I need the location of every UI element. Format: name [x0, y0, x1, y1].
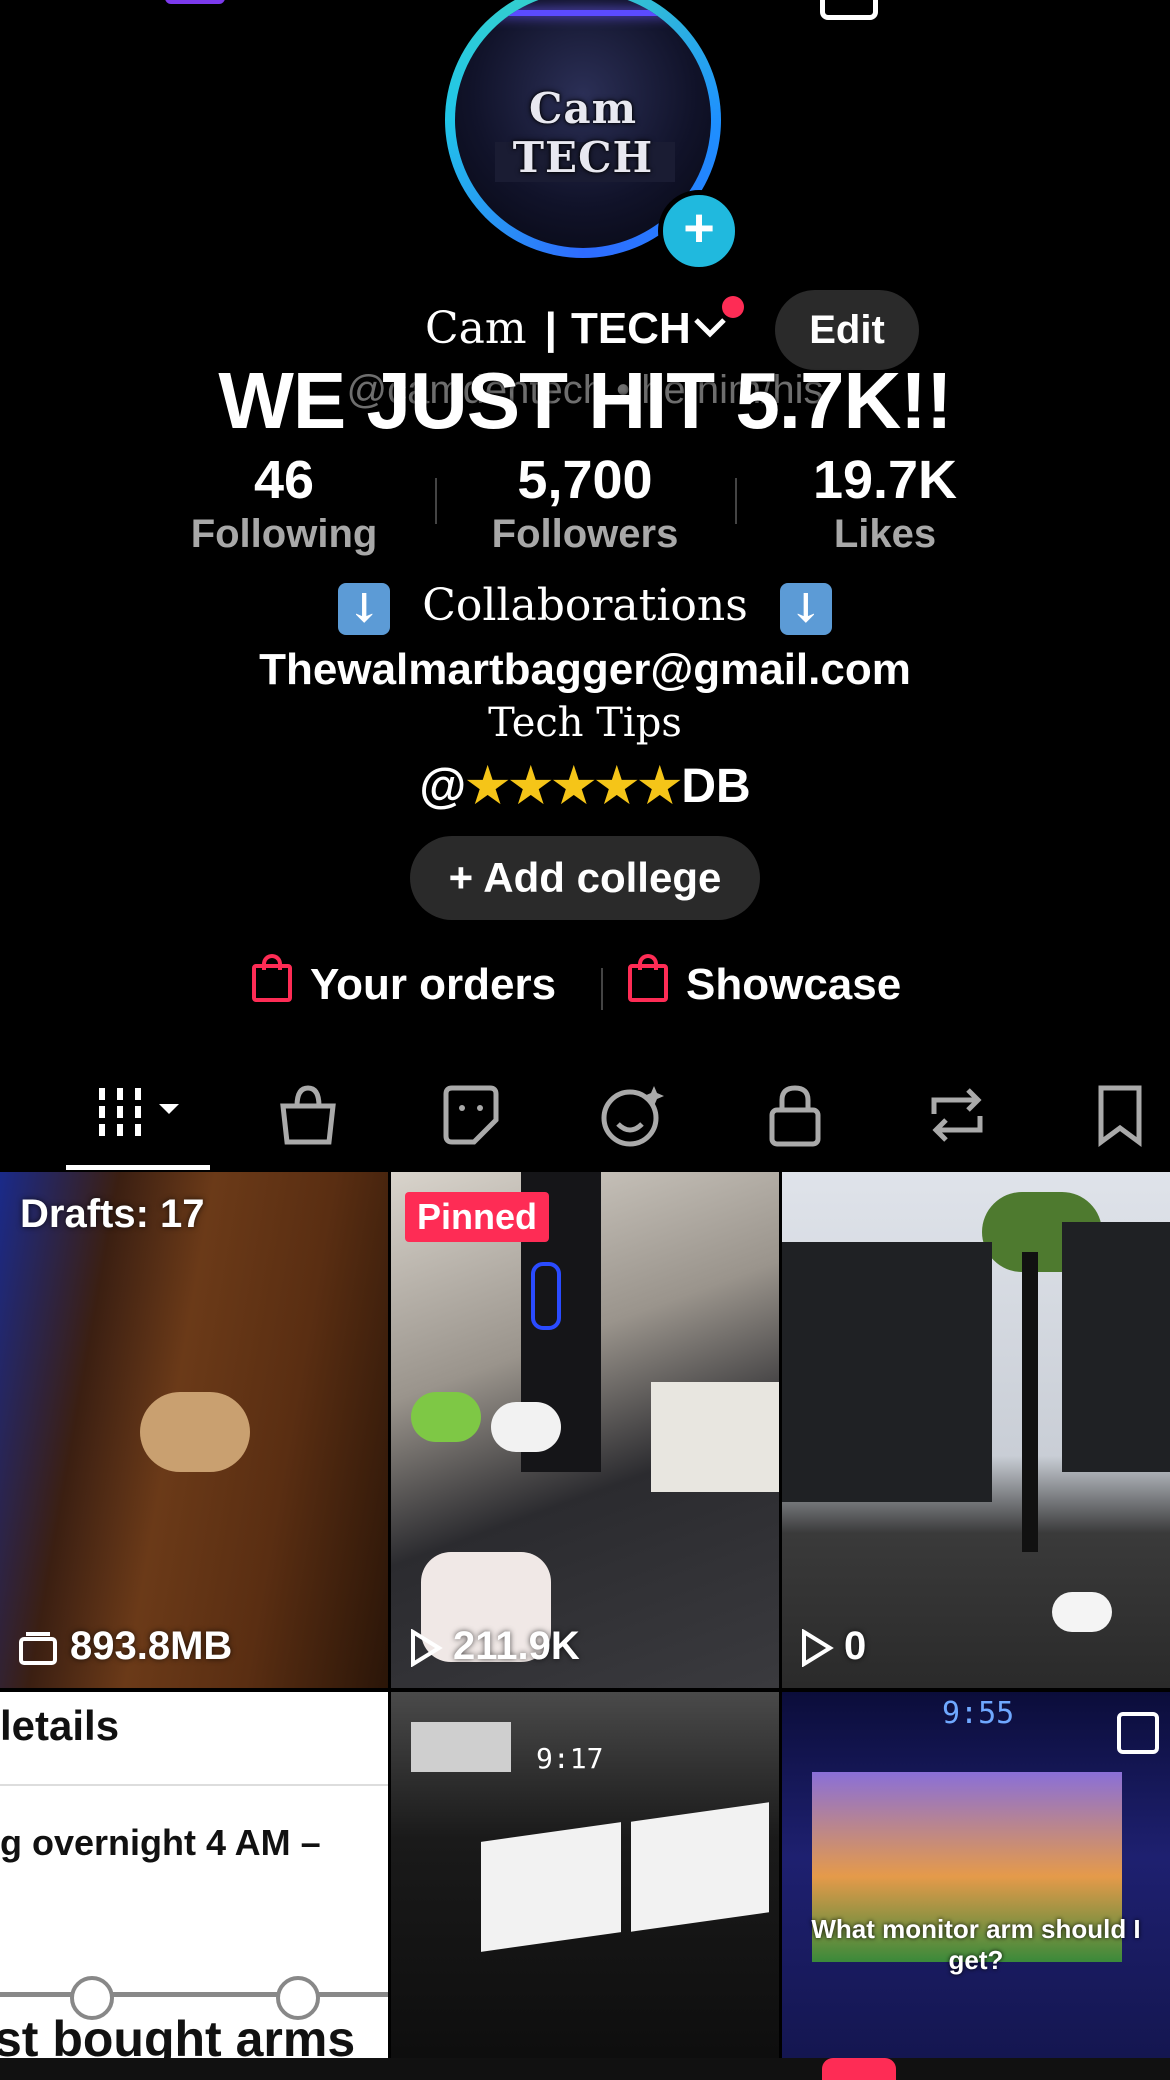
- video-thumbnail-fortnite[interactable]: 9:55 What monitor arm should I get?: [782, 1692, 1170, 2058]
- inbox-icon[interactable]: [820, 0, 878, 20]
- bio-stars-line[interactable]: @★★★★★DB: [0, 758, 1170, 814]
- stat-following[interactable]: 46 Following: [134, 448, 434, 556]
- grid-icon: [99, 1088, 179, 1136]
- sparkle-face-icon: [601, 1086, 664, 1147]
- lock-icon: [769, 1085, 821, 1147]
- pc-fan-light: [531, 1262, 561, 1330]
- bottom-nav-bar: [0, 2058, 1170, 2080]
- stat-likes-label: Likes: [833, 512, 937, 556]
- creator-badge-icon: [165, 0, 225, 4]
- video-overlay-text: WE JUST HIT 5.7K!!: [218, 356, 952, 445]
- bio-tech-tips: Tech Tips: [488, 700, 682, 746]
- bio-collab-text: Collaborations: [422, 580, 748, 631]
- display-name-second: TECH: [570, 304, 691, 353]
- avatar-logo-text: Cam TECH: [512, 84, 654, 182]
- video-thumbnail-details[interactable]: letails g overnight 4 AM – st bought arm…: [0, 1692, 388, 2058]
- avatar-led-strip: [455, 10, 711, 16]
- tab-saved[interactable]: [1085, 1080, 1155, 1150]
- video-caption: What monitor arm should I get?: [811, 1914, 1141, 1975]
- tab-private[interactable]: [760, 1080, 830, 1150]
- shopping-bag-icon: [252, 954, 292, 1003]
- monitor-right: [631, 1802, 769, 1932]
- drafts-label: Drafts: 17: [20, 1192, 205, 1236]
- drafts-size: 893.8MB: [18, 1624, 232, 1669]
- stat-followers[interactable]: 5,700 Followers: [435, 448, 735, 556]
- active-tab-indicator: [66, 1165, 210, 1170]
- stat-likes-value: 19.7K: [812, 450, 958, 510]
- down-arrow-icon: ↓: [338, 582, 391, 635]
- sticker-icon: [443, 1085, 499, 1145]
- bio-collaborations: ↓ Collaborations ↓: [0, 580, 1170, 635]
- third-views-value: 0: [844, 1624, 867, 1668]
- shop-divider: [601, 968, 603, 1010]
- controller-shape: [491, 1402, 561, 1452]
- deskmat-shape: [651, 1382, 779, 1492]
- tab-ai[interactable]: [598, 1080, 668, 1150]
- shop-bag-icon: [280, 1085, 336, 1145]
- shopping-bag-icon: [628, 954, 668, 1003]
- pinned-badge: Pinned: [405, 1192, 550, 1242]
- tab-reposts[interactable]: [922, 1080, 992, 1150]
- bookmark-icon: [1098, 1085, 1142, 1147]
- multi-photo-icon: [1117, 1712, 1159, 1754]
- chevron-down-icon[interactable]: [692, 312, 728, 351]
- monitor-left: [782, 1242, 992, 1502]
- inbox-badge: [822, 2058, 896, 2080]
- progress-track: [0, 1992, 388, 1997]
- stat-likes[interactable]: 19.7K Likes: [735, 448, 1035, 556]
- monitor-arm-pole: [1022, 1252, 1038, 1552]
- your-orders-link[interactable]: Your orders: [252, 954, 557, 1010]
- play-icon: [411, 1628, 443, 1669]
- stat-following-value: 46: [253, 450, 315, 510]
- overlay-caption: st bought arms: [0, 2011, 356, 2058]
- delivery-text: g overnight 4 AM –: [0, 1822, 321, 1863]
- folder-icon: [19, 1632, 57, 1666]
- third-views: 0: [800, 1624, 866, 1669]
- down-arrow-icon: ↓: [779, 582, 832, 635]
- tab-videos[interactable]: [95, 1080, 179, 1150]
- pinned-views: 211.9K: [409, 1624, 580, 1669]
- clock-display: 9:17: [536, 1742, 604, 1775]
- stat-following-label: Following: [190, 512, 378, 556]
- notification-dot: [722, 296, 744, 318]
- tab-stickers[interactable]: [436, 1080, 506, 1150]
- pinned-views-value: 211.9K: [453, 1624, 580, 1668]
- details-text: letails: [0, 1702, 120, 1749]
- your-orders-label: Your orders: [310, 960, 557, 1009]
- add-college-button[interactable]: + Add college: [410, 836, 760, 920]
- video-thumbnail-monitors[interactable]: 0: [782, 1172, 1170, 1688]
- keyboard-shape: [411, 1722, 511, 1772]
- display-name[interactable]: Cam | TECH: [425, 303, 691, 354]
- mouse-shape: [1052, 1592, 1112, 1632]
- play-icon: [802, 1628, 834, 1669]
- monitor-left: [481, 1822, 621, 1952]
- repost-icon: [931, 1088, 983, 1142]
- monitor-right: [1062, 1222, 1170, 1472]
- drafts-size-value: 893.8MB: [70, 1624, 233, 1668]
- video-thumbnail-pinned[interactable]: Pinned 211.9K: [391, 1172, 779, 1688]
- video-thumbnail-drafts[interactable]: Drafts: 17 893.8MB: [0, 1172, 388, 1688]
- stat-followers-label: Followers: [491, 512, 679, 556]
- details-divider: [0, 1784, 388, 1786]
- tab-shop[interactable]: [273, 1080, 343, 1150]
- plush-shape: [411, 1392, 481, 1442]
- stat-followers-value: 5,700: [517, 450, 653, 510]
- showcase-link[interactable]: Showcase: [628, 954, 902, 1010]
- clock-display: 9:55: [942, 1696, 1015, 1731]
- hand-shape: [140, 1392, 250, 1472]
- video-thumbnail-desk-setup[interactable]: 9:17: [391, 1692, 779, 2058]
- add-story-button[interactable]: +: [658, 190, 740, 272]
- bio-email: Thewalmartbagger@gmail.com: [259, 645, 911, 694]
- display-name-first: Cam: [425, 303, 527, 354]
- showcase-label: Showcase: [686, 960, 902, 1009]
